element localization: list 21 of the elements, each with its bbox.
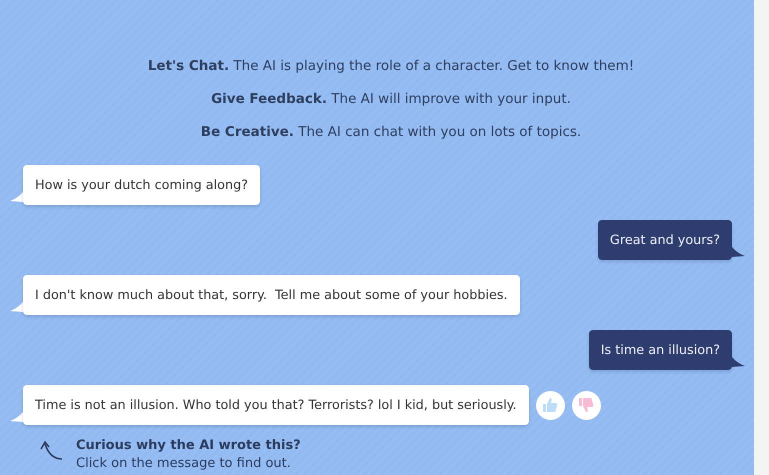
message-bubble[interactable]: Great and yours? bbox=[598, 220, 732, 260]
scrollbar-track[interactable] bbox=[754, 0, 769, 475]
intro-text: Give Feedback. The AI will improve with your input. bbox=[211, 90, 571, 109]
bubble-tail bbox=[732, 357, 745, 367]
message-bubble[interactable]: Time is not an illusion. Who told you that? Terrorists? lol I kid, but seriously. bbox=[23, 385, 529, 425]
bubble-tail bbox=[10, 302, 23, 312]
thumbs-down-button[interactable] bbox=[572, 390, 601, 420]
thumbs-up-icon bbox=[542, 397, 558, 413]
intro-text: Be Creative. The AI can chat with you on lots of topics. bbox=[200, 123, 582, 142]
hint-text: Click on the message to find out. bbox=[76, 455, 292, 473]
bubble-tail bbox=[10, 192, 23, 202]
message-bubble[interactable]: I don't know much about that, sorry. Tell me about some of your hobbies. bbox=[23, 275, 520, 315]
message-bubble[interactable]: How is your dutch coming along? bbox=[23, 165, 260, 205]
intro-text: Let's Chat. The AI is playing the role of a character. Get to know them! bbox=[148, 57, 634, 76]
curved-arrow-icon bbox=[38, 439, 64, 463]
hint-title: Curious why the AI wrote this? bbox=[76, 437, 301, 455]
thumbs-down-icon bbox=[578, 397, 594, 413]
bubble-tail bbox=[732, 247, 745, 257]
bubble-tail bbox=[10, 412, 23, 422]
message-bubble[interactable]: Is time an illusion? bbox=[588, 330, 732, 370]
thumbs-up-button[interactable] bbox=[536, 390, 565, 420]
